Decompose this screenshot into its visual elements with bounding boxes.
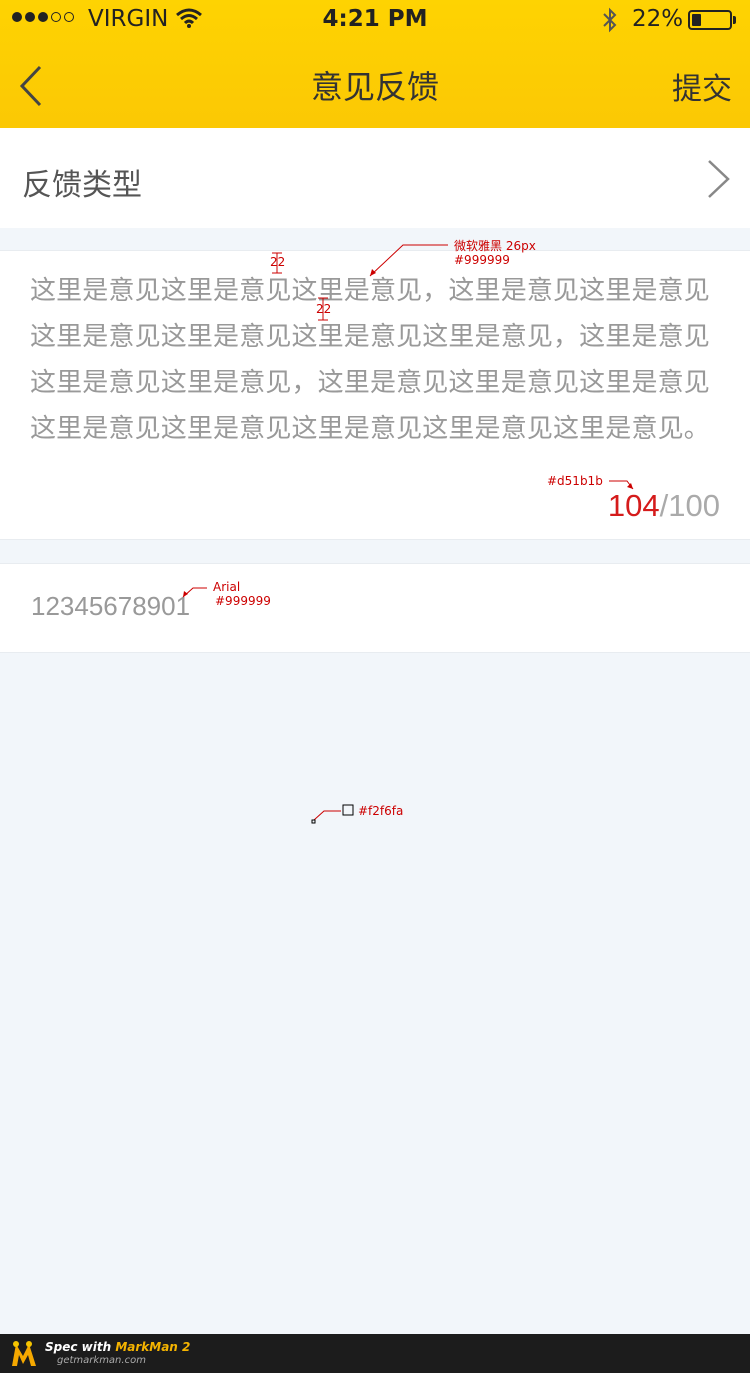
annotation-font-spec: 微软雅黑 26px bbox=[454, 239, 536, 253]
annotation-contact-font: Arial bbox=[213, 580, 241, 594]
bluetooth-icon bbox=[603, 7, 617, 33]
footer-url: getmarkman.com bbox=[57, 1355, 146, 1366]
chevron-right-icon bbox=[708, 160, 730, 198]
counter-current: 104 bbox=[607, 488, 660, 523]
footer-brand: Spec with MarkMan 2 bbox=[45, 1340, 190, 1354]
annotation-spacing-top: 22 bbox=[270, 255, 286, 269]
feedback-type-row[interactable]: 反馈类型 bbox=[0, 128, 750, 228]
annotation-spacing-line: 22 bbox=[316, 302, 332, 316]
contact-input[interactable]: 12345678901 bbox=[31, 591, 190, 622]
battery-icon bbox=[688, 10, 732, 30]
annotation-font-color: #999999 bbox=[454, 253, 510, 267]
annotation-contact-color: #999999 bbox=[215, 594, 271, 608]
feedback-textarea[interactable]: 这里是意见这里是意见这里是意见，这里是意见这里是意见 这里是意见这里是意见这里是… bbox=[30, 268, 722, 452]
submit-button[interactable]: 提交 bbox=[672, 64, 732, 108]
character-counter: 104/100 bbox=[608, 488, 720, 524]
counter-separator: / bbox=[659, 488, 669, 523]
battery-nub bbox=[733, 16, 736, 24]
annotation-bg-color: #f2f6fa bbox=[358, 804, 404, 818]
feedback-type-label: 反馈类型 bbox=[22, 168, 142, 203]
annotation-counter-color: #d51b1b bbox=[547, 474, 603, 488]
footer-brand-name: MarkMan 2 bbox=[115, 1340, 191, 1354]
footer-brand-prefix: Spec with bbox=[45, 1340, 116, 1354]
battery-percent: 22% bbox=[632, 6, 684, 32]
status-bar: VIRGIN 4:21 PM 22% bbox=[0, 0, 750, 40]
counter-max: 100 bbox=[668, 488, 720, 523]
page-title: 意见反馈 bbox=[310, 68, 439, 106]
markman-logo-icon bbox=[12, 1341, 36, 1366]
